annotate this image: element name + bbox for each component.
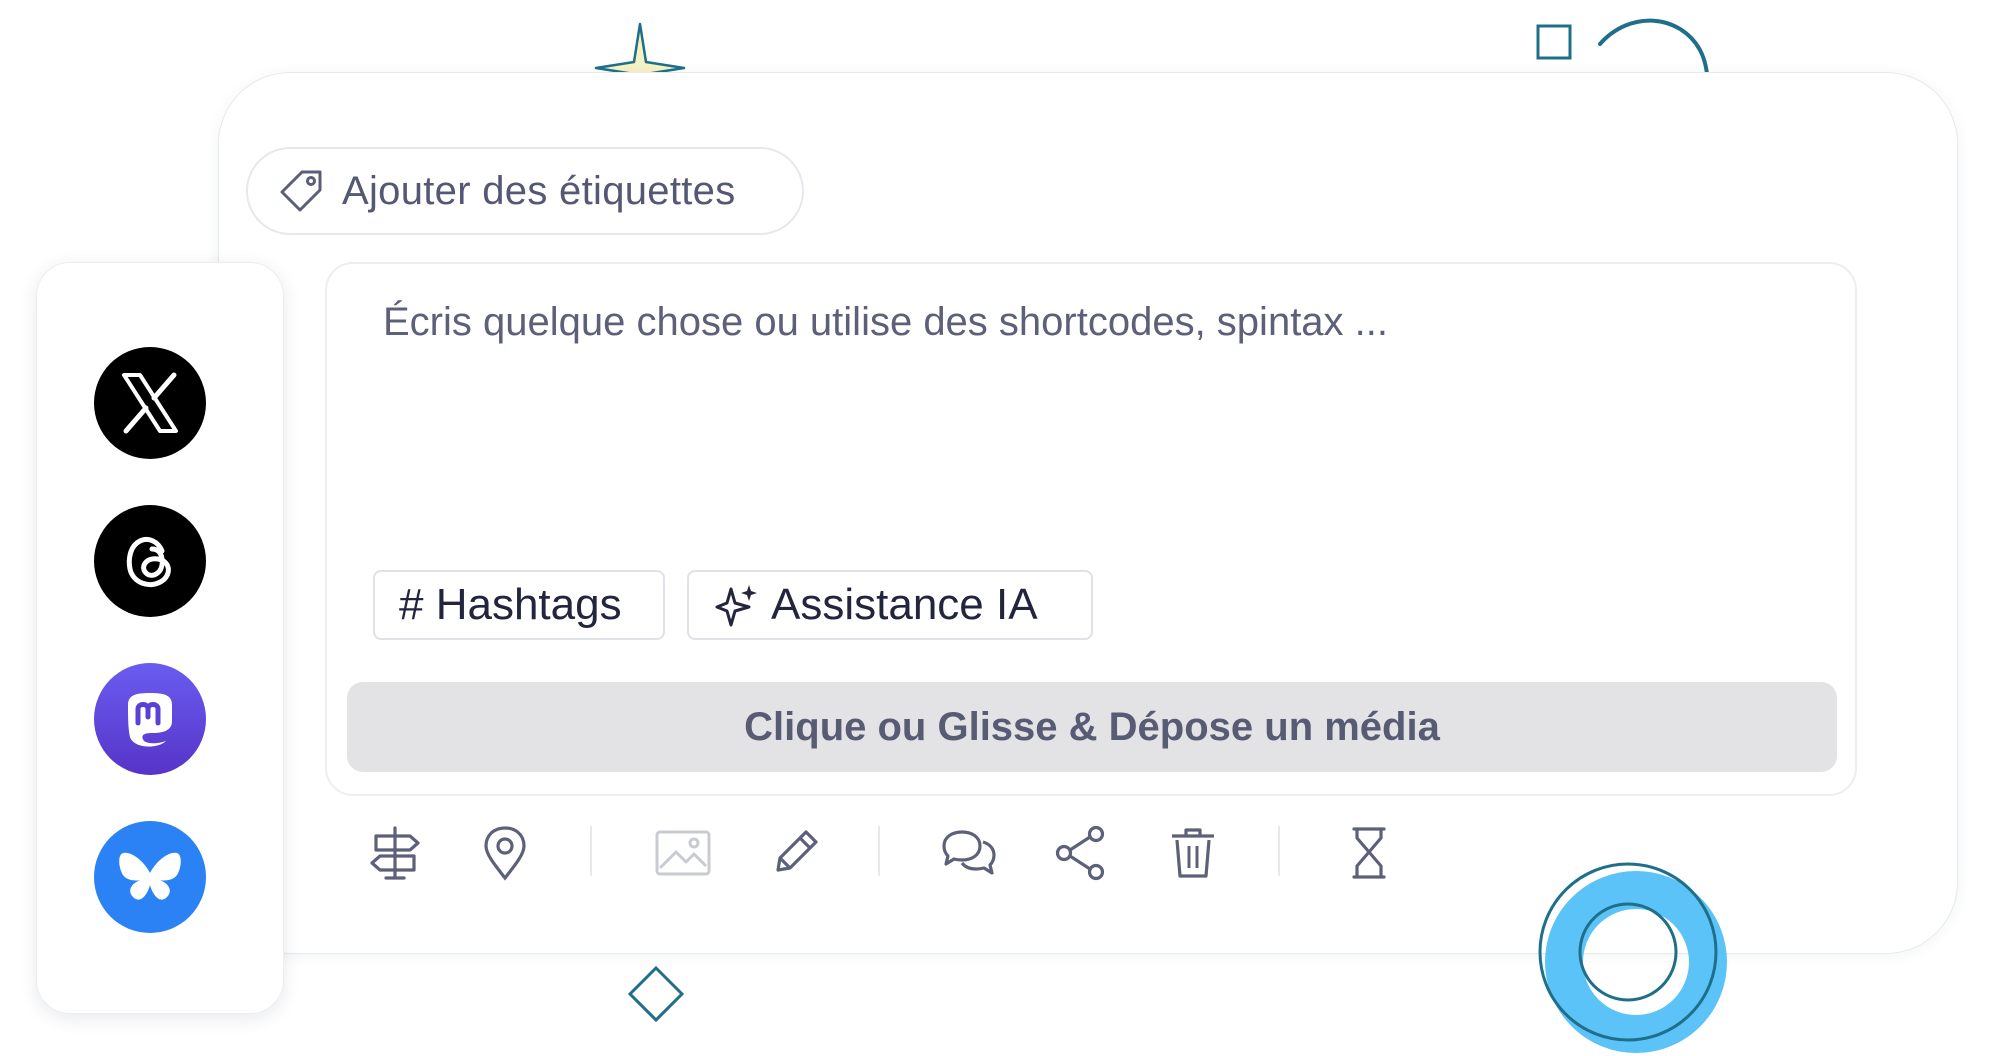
add-tags-button[interactable]: Ajouter des étiquettes: [246, 147, 804, 235]
social-networks-sidebar: [36, 262, 284, 1014]
square-outline-icon: [1536, 24, 1572, 60]
delete-button[interactable]: [1158, 818, 1228, 888]
location-button[interactable]: [470, 818, 540, 888]
tag-icon: [280, 170, 322, 212]
schedule-button[interactable]: [1334, 818, 1404, 888]
post-editor: # Hashtags Assistance IA Clique ou Gliss…: [325, 262, 1857, 796]
hourglass-icon: [1352, 827, 1386, 879]
network-mastodon[interactable]: [94, 663, 206, 775]
post-text-input[interactable]: [383, 300, 1783, 540]
toolbar-divider: [1278, 826, 1280, 876]
bluesky-icon: [119, 852, 181, 900]
signpost-icon: [370, 826, 420, 880]
mastodon-icon: [128, 693, 172, 747]
image-button[interactable]: [648, 818, 718, 888]
comments-button[interactable]: [934, 818, 1004, 888]
ring-decoration-icon: [1538, 862, 1727, 1053]
diamond-outline-icon: [627, 965, 685, 1023]
edit-button[interactable]: [760, 818, 830, 888]
sparkles-icon: [715, 585, 757, 627]
media-dropzone-label: Clique ou Glisse & Dépose un média: [744, 704, 1440, 749]
toolbar-divider: [878, 826, 880, 876]
pencil-icon: [776, 830, 818, 872]
ai-assist-label: Assistance IA: [771, 580, 1038, 629]
media-dropzone[interactable]: Clique ou Glisse & Dépose un média: [347, 682, 1837, 772]
trash-icon: [1172, 828, 1214, 878]
hashtags-label: # Hashtags: [399, 580, 622, 629]
network-x[interactable]: [94, 347, 206, 459]
image-icon: [655, 830, 711, 876]
share-icon: [1055, 825, 1105, 881]
comments-icon: [942, 830, 996, 875]
ai-assist-button[interactable]: Assistance IA: [687, 570, 1093, 640]
toolbar-divider: [590, 826, 592, 876]
network-threads[interactable]: [94, 505, 206, 617]
x-icon: [122, 372, 178, 434]
location-pin-icon: [484, 826, 526, 881]
threads-icon: [126, 536, 171, 587]
add-tags-label: Ajouter des étiquettes: [342, 168, 736, 213]
signpost-button[interactable]: [360, 818, 430, 888]
network-bluesky[interactable]: [94, 821, 206, 933]
share-button[interactable]: [1046, 818, 1116, 888]
hashtags-button[interactable]: # Hashtags: [373, 570, 665, 640]
